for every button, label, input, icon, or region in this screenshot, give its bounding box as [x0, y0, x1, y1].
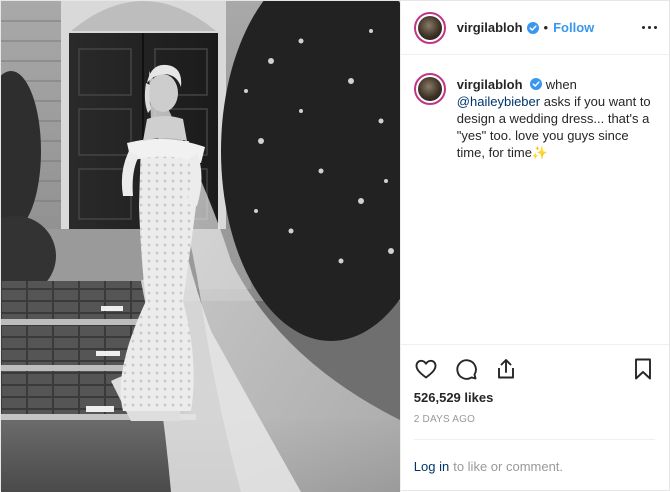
avatar[interactable] [413, 11, 446, 44]
sparkles-emoji: ✨ [531, 145, 549, 160]
share-icon[interactable] [494, 357, 518, 381]
verified-badge-icon [530, 78, 543, 90]
mention-link[interactable]: @haileybieber [457, 94, 540, 109]
login-link[interactable]: Log in [414, 459, 449, 474]
separator-dot: • [543, 20, 549, 35]
actions-area: 526,529 likes 2 DAYS AGO Log in to like … [400, 344, 669, 492]
comment-icon[interactable] [454, 357, 478, 381]
caption-text: virgilabloh when @haileybieber asks if y… [457, 73, 655, 161]
comments-section: virgilabloh when @haileybieber asks if y… [401, 55, 669, 344]
post-side-panel: virgilabloh • Follow virgilabloh when @h… [400, 1, 669, 492]
more-options-icon[interactable] [642, 22, 657, 33]
wedding-photo-image [1, 1, 400, 492]
post-photo[interactable] [1, 1, 401, 492]
caption: virgilabloh when @haileybieber asks if y… [413, 73, 655, 161]
login-prompt: Log in to like or comment. [413, 439, 655, 492]
action-bar [414, 349, 655, 389]
login-prompt-text: to like or comment. [453, 458, 564, 474]
heart-icon[interactable] [414, 357, 438, 381]
bookmark-icon[interactable] [631, 357, 655, 381]
follow-button[interactable]: Follow [553, 20, 594, 35]
caption-text-before: when [545, 77, 577, 92]
caption-avatar[interactable] [413, 73, 446, 105]
username-link[interactable]: virgilabloh [457, 20, 523, 35]
likes-count[interactable]: 526,529 likes [414, 390, 655, 405]
post-header: virgilabloh • Follow [400, 1, 669, 55]
post-timestamp[interactable]: 2 DAYS AGO [414, 414, 655, 425]
instagram-post: virgilabloh • Follow virgilabloh when @h… [0, 0, 670, 492]
verified-badge-icon [526, 21, 539, 34]
caption-username[interactable]: virgilabloh [457, 77, 523, 92]
